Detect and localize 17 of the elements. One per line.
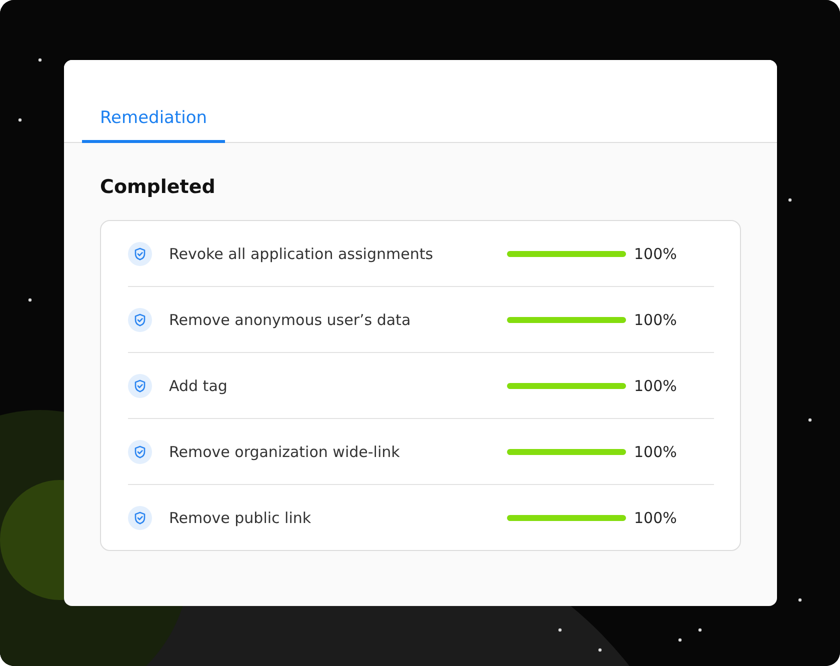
shield-check-icon [128,308,152,332]
progress-reading: 100% [634,244,678,262]
section-title: Completed [100,176,216,198]
progress-reading: 100% [634,442,678,460]
shield-check-icon [128,440,152,464]
task-label: Remove anonymous user’s data [169,310,412,328]
shield-check-icon [128,242,152,266]
task-label: Remove organization wide-link [169,442,401,460]
progress-reading: 100% [634,376,678,394]
task-label: Remove public link [169,508,312,526]
progress-reading: 100% [634,310,678,328]
shield-check-icon [128,506,152,530]
tab[interactable]: Remediation [82,108,226,143]
task-label: Revoke all application assignments [169,244,434,262]
shield-check-icon [128,374,152,398]
progress-reading: 100% [634,508,678,526]
task-label: Add tag [169,376,228,394]
